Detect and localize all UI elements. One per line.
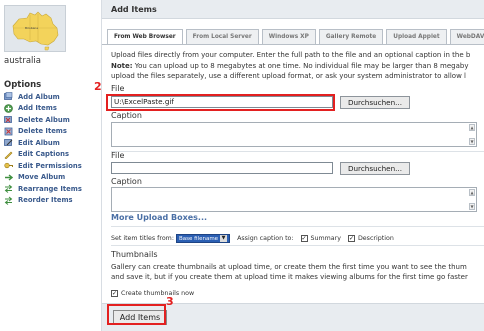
- rearrange-items-icon: [4, 184, 13, 194]
- sidebar-item-delete-items[interactable]: Delete Items: [4, 126, 100, 138]
- divider: [111, 245, 484, 246]
- sidebar-item-add-items[interactable]: Add Items: [4, 103, 100, 115]
- caption-textarea-2[interactable]: ▲ ▼: [111, 187, 477, 212]
- caption-label: Caption: [111, 177, 142, 186]
- title-caption-options: Set item titles from: Base filename ▼ Ass…: [111, 234, 394, 243]
- sidebar: Brisbane australia Options Add Album Add…: [0, 0, 100, 331]
- delete-album-icon: [4, 115, 13, 124]
- sidebar-item-reorder-items[interactable]: Reorder Items: [4, 195, 100, 207]
- sidebar-item-label[interactable]: Move Album: [18, 173, 65, 181]
- divider: [111, 151, 484, 152]
- tab-upload-applet[interactable]: Upload Applet: [386, 29, 447, 44]
- annotation-step-3: 3: [166, 295, 174, 308]
- sidebar-item-label[interactable]: Add Items: [18, 104, 57, 112]
- thumbnails-heading: Thumbnails: [111, 250, 158, 259]
- album-name: australia: [4, 56, 41, 66]
- sidebar-item-rearrange-items[interactable]: Rearrange Items: [4, 183, 100, 195]
- thumbnails-line: Gallery can create thumbnails at upload …: [111, 263, 467, 271]
- more-upload-boxes-link[interactable]: More Upload Boxes...: [111, 213, 207, 222]
- sidebar-item-label[interactable]: Reorder Items: [18, 196, 73, 204]
- edit-captions-icon: [4, 150, 13, 159]
- sidebar-item-delete-album[interactable]: Delete Album: [4, 114, 100, 126]
- tab-webdav[interactable]: WebDAV: [449, 29, 484, 44]
- delete-items-icon: [4, 127, 13, 136]
- upload-tabs: From Web Browser From Local Server Windo…: [107, 29, 484, 44]
- annotation-highlight-file-input: [106, 94, 335, 111]
- sidebar-item-edit-permissions[interactable]: Edit Permissions: [4, 160, 100, 172]
- upload-description: Upload files directly from your computer…: [111, 50, 484, 82]
- options-heading: Options: [4, 80, 42, 90]
- assign-caption-label: Assign caption to:: [237, 235, 294, 242]
- page-title-bar: Add Items: [102, 0, 484, 19]
- caption-label: Caption: [111, 111, 142, 120]
- thumbnails-line: and save it, but if you create them at u…: [111, 273, 468, 281]
- file-label: File: [111, 151, 125, 160]
- edit-permissions-icon: [4, 161, 13, 170]
- browse-button-1[interactable]: Durchsuchen...: [340, 96, 410, 109]
- scroll-down-arrow-icon[interactable]: ▼: [469, 138, 475, 145]
- annotation-highlight-add-items: [107, 304, 166, 325]
- summary-checkbox[interactable]: ✓: [300, 235, 308, 242]
- description-label: Description: [357, 235, 394, 242]
- options-list: Add Album Add Items Delete Album Delete …: [4, 91, 100, 206]
- tab-gallery-remote[interactable]: Gallery Remote: [318, 29, 384, 44]
- summary-label: Summary: [310, 235, 341, 242]
- chevron-down-icon: ▼: [220, 235, 228, 242]
- map-label: Brisbane: [25, 26, 39, 30]
- description-line: You can upload up to 8 megabytes at one …: [132, 61, 469, 70]
- browse-button-2[interactable]: Durchsuchen...: [340, 162, 410, 175]
- scroll-up-arrow-icon[interactable]: ▲: [469, 189, 475, 196]
- annotation-step-2: 2: [94, 80, 102, 93]
- sidebar-item-edit-captions[interactable]: Edit Captions: [4, 149, 100, 161]
- title-source-value: Base filename: [178, 235, 219, 242]
- tab-windows-xp[interactable]: Windows XP: [261, 29, 316, 44]
- main-panel: Add Items From Web Browser From Local Se…: [101, 0, 484, 331]
- scroll-down-arrow-icon[interactable]: ▼: [469, 203, 475, 210]
- add-items-icon: [4, 103, 13, 113]
- page-title: Add Items: [111, 4, 157, 14]
- tab-from-web-browser[interactable]: From Web Browser: [107, 29, 183, 44]
- sidebar-item-label[interactable]: Delete Items: [18, 127, 67, 135]
- sidebar-item-add-album[interactable]: Add Album: [4, 91, 100, 103]
- divider: [111, 226, 484, 227]
- file-label: File: [111, 84, 125, 93]
- file-input-2[interactable]: [111, 162, 333, 174]
- edit-album-icon: [4, 138, 13, 147]
- album-thumbnail[interactable]: Brisbane: [4, 5, 66, 52]
- thumbnails-description: Gallery can create thumbnails at upload …: [111, 262, 484, 282]
- description-line: upload the files separately, use a diffe…: [111, 72, 466, 80]
- move-album-icon: [4, 173, 13, 182]
- set-titles-label: Set item titles from:: [111, 235, 174, 242]
- create-thumbnails-checkbox[interactable]: ✓: [111, 290, 118, 297]
- description-line: Upload files directly from your computer…: [111, 51, 471, 59]
- title-source-select[interactable]: Base filename ▼: [175, 234, 231, 243]
- sidebar-item-move-album[interactable]: Move Album: [4, 172, 100, 184]
- tab-divider: [102, 44, 484, 45]
- sidebar-item-label[interactable]: Edit Permissions: [18, 162, 82, 170]
- sidebar-item-label[interactable]: Rearrange Items: [18, 185, 82, 193]
- scroll-up-arrow-icon[interactable]: ▲: [469, 124, 475, 131]
- sidebar-item-edit-album[interactable]: Edit Album: [4, 137, 100, 149]
- sidebar-item-label[interactable]: Delete Album: [18, 116, 70, 124]
- add-album-icon: [4, 92, 13, 101]
- description-note: Note: You can upload up to 8 megabytes a…: [111, 61, 484, 72]
- note-label: Note:: [111, 61, 133, 70]
- tab-from-local-server[interactable]: From Local Server: [185, 29, 259, 44]
- reorder-items-icon: [4, 196, 13, 205]
- create-thumbnails-option: ✓ Create thumbnails now: [111, 290, 194, 297]
- sidebar-item-label[interactable]: Edit Album: [18, 139, 60, 147]
- sidebar-item-label[interactable]: Edit Captions: [18, 150, 69, 158]
- description-checkbox[interactable]: ✓: [347, 235, 355, 242]
- create-thumbnails-label: Create thumbnails now: [121, 290, 195, 297]
- caption-textarea-1[interactable]: ▲ ▼: [111, 122, 477, 147]
- sidebar-item-label[interactable]: Add Album: [18, 93, 60, 101]
